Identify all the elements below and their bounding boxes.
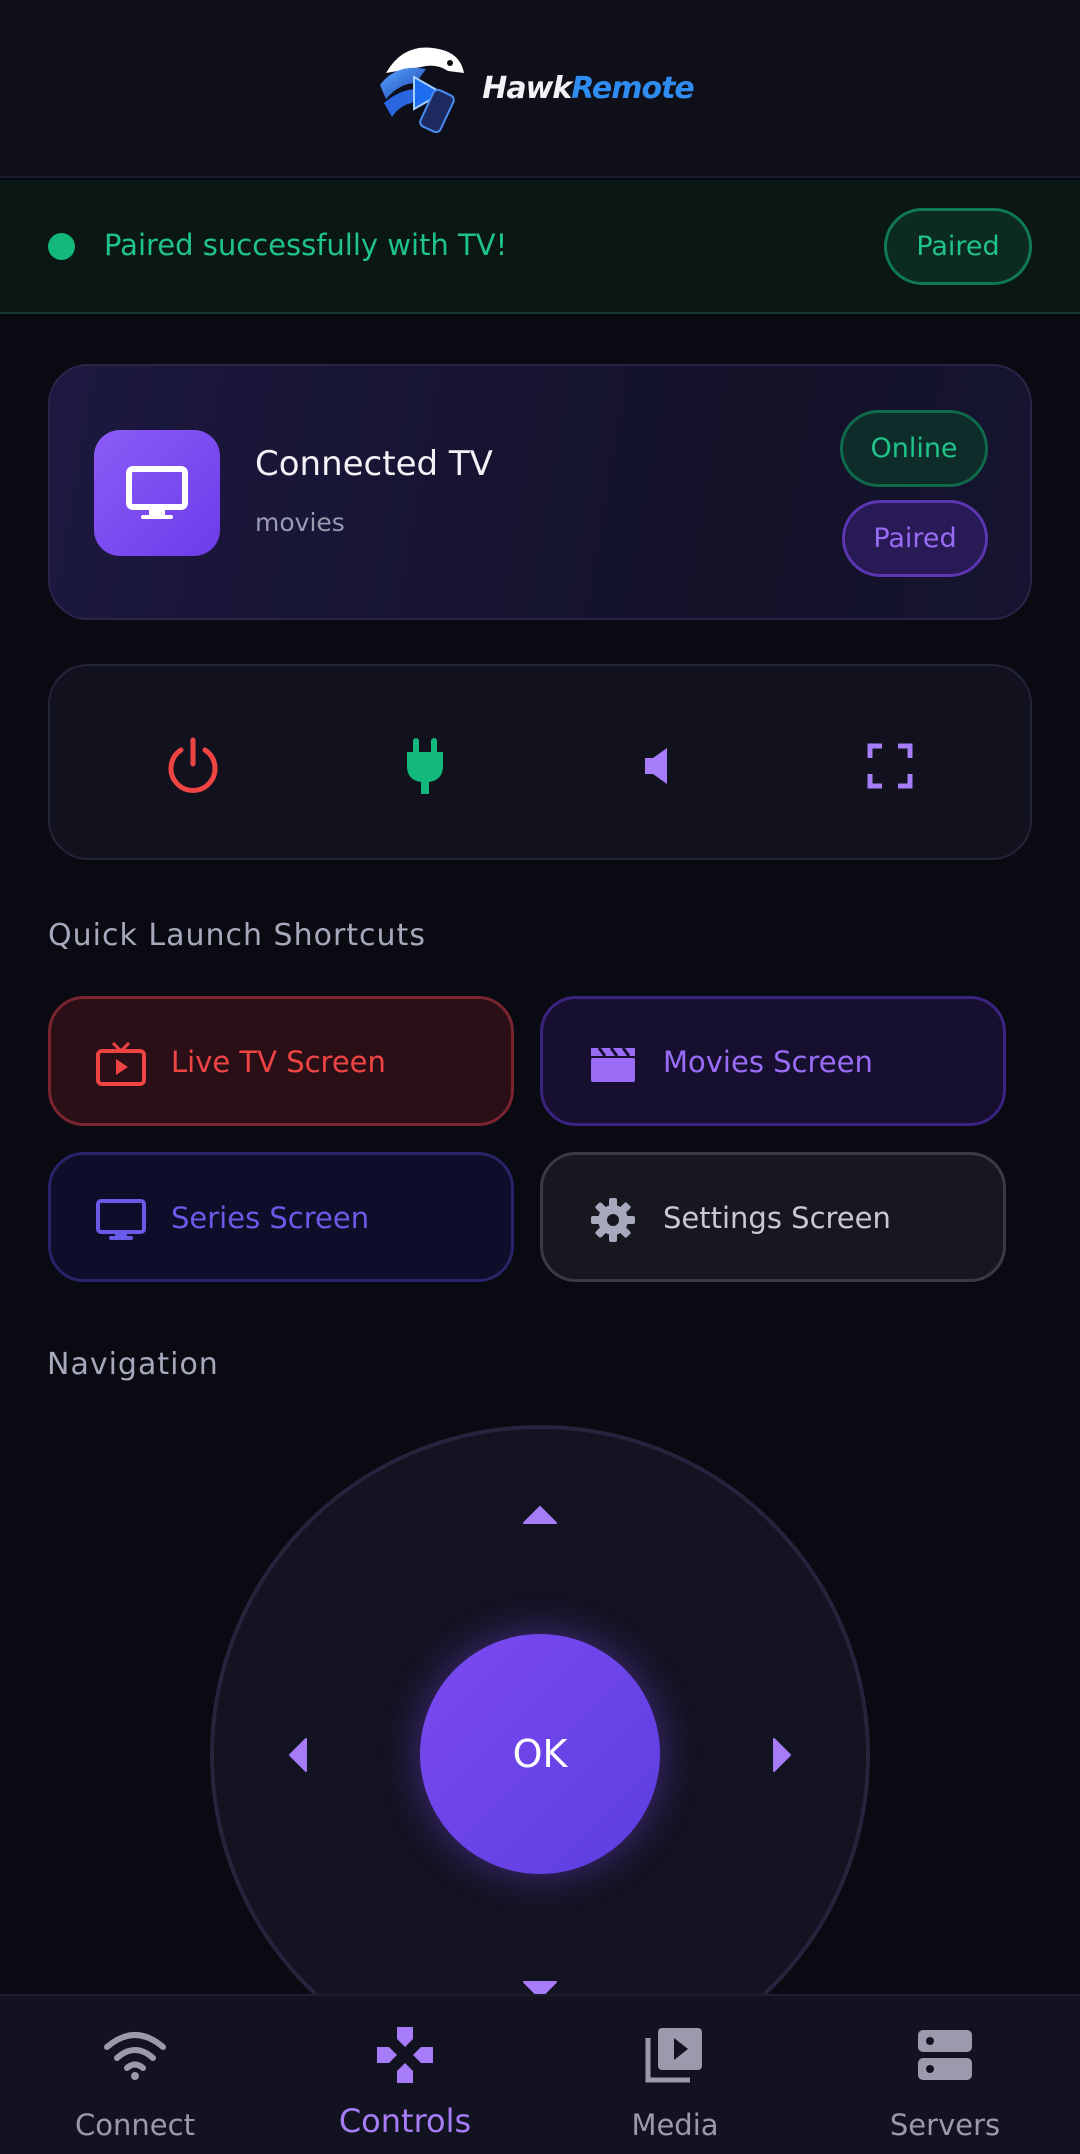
quick-controls-card (48, 664, 1032, 860)
nav-tab-connect[interactable]: Connect (0, 1996, 270, 2154)
connected-tv-card[interactable]: Connected TV movies Online Paired (48, 364, 1032, 620)
settings-icon-wrap (587, 1197, 639, 1243)
dpad-up-button[interactable] (510, 1485, 570, 1545)
online-badge: Online (840, 410, 988, 487)
nav-tab-controls[interactable]: Controls (270, 1996, 540, 2154)
server-icon (918, 2030, 972, 2080)
tv-subtitle: movies (255, 508, 345, 537)
wifi-icon (104, 2032, 166, 2080)
nav-servers-label: Servers (889, 2108, 1001, 2142)
navigation-title: Navigation (47, 1347, 219, 1382)
series-label: Series Screen (171, 1201, 370, 1235)
paired-badge: Paired (884, 208, 1032, 285)
pairing-message: Paired successfully with TV! (104, 228, 508, 262)
tv-name: Connected TV (255, 444, 493, 484)
ok-button[interactable]: OK (420, 1634, 660, 1874)
arrow-left-icon (289, 1738, 307, 1772)
fullscreen-button[interactable] (850, 726, 930, 806)
dpad-right-button[interactable] (752, 1725, 812, 1785)
live-tv-shortcut[interactable]: Live TV Screen (48, 996, 514, 1126)
volume-icon (645, 748, 667, 784)
volume-button[interactable] (617, 726, 697, 806)
tv-icon-tile (94, 430, 220, 556)
live-tv-label: Live TV Screen (171, 1045, 386, 1079)
settings-label: Settings Screen (663, 1201, 891, 1235)
movies-label: Movies Screen (663, 1045, 873, 1079)
plug-icon (407, 738, 443, 794)
app-logo: HawkRemote (366, 33, 695, 143)
clapperboard-icon (591, 1047, 635, 1082)
pairing-status-banner: Paired successfully with TV! Paired (0, 180, 1080, 314)
nav-connect-label: Connect (75, 2108, 195, 2142)
servers-icon-wrap (810, 2020, 1080, 2090)
media-library-icon (645, 2028, 702, 2083)
series-shortcut[interactable]: Series Screen (48, 1152, 514, 1282)
controls-icon-wrap (270, 2020, 540, 2090)
movies-shortcut[interactable]: Movies Screen (540, 996, 1006, 1126)
logo-word-hawk: Hawk (482, 70, 572, 106)
arrow-up-icon (523, 1506, 557, 1524)
tv-icon (126, 466, 188, 519)
nav-tab-media[interactable]: Media (540, 1996, 810, 2154)
live-tv-icon (96, 1041, 146, 1086)
app-header: HawkRemote (0, 0, 1080, 178)
series-icon-wrap (95, 1197, 147, 1243)
fullscreen-icon (867, 743, 913, 789)
status-dot (48, 233, 75, 260)
connect-icon-wrap (0, 2020, 270, 2090)
live-tv-icon-wrap (95, 1041, 147, 1087)
nav-media-label: Media (631, 2108, 719, 2142)
gear-icon (591, 1198, 635, 1242)
quick-launch-title: Quick Launch Shortcuts (48, 918, 426, 953)
media-icon-wrap (540, 2020, 810, 2090)
app-logo-text: HawkRemote (482, 70, 695, 106)
tv-paired-badge: Paired (842, 500, 988, 577)
monitor-icon (96, 1199, 146, 1240)
nav-controls-label: Controls (338, 2102, 472, 2140)
gamepad-icon (377, 2027, 433, 2083)
input-source-button[interactable] (385, 726, 465, 806)
movies-icon-wrap (587, 1041, 639, 1087)
dpad-left-button[interactable] (268, 1725, 328, 1785)
power-button[interactable] (153, 726, 233, 806)
logo-word-remote: Remote (571, 70, 695, 106)
nav-tab-servers[interactable]: Servers (810, 1996, 1080, 2154)
bottom-navigation: Connect Controls Media Servers (0, 1994, 1080, 2154)
hawk-logo-icon (380, 47, 465, 134)
arrow-right-icon (773, 1738, 791, 1772)
settings-shortcut[interactable]: Settings Screen (540, 1152, 1006, 1282)
power-icon (168, 737, 218, 793)
